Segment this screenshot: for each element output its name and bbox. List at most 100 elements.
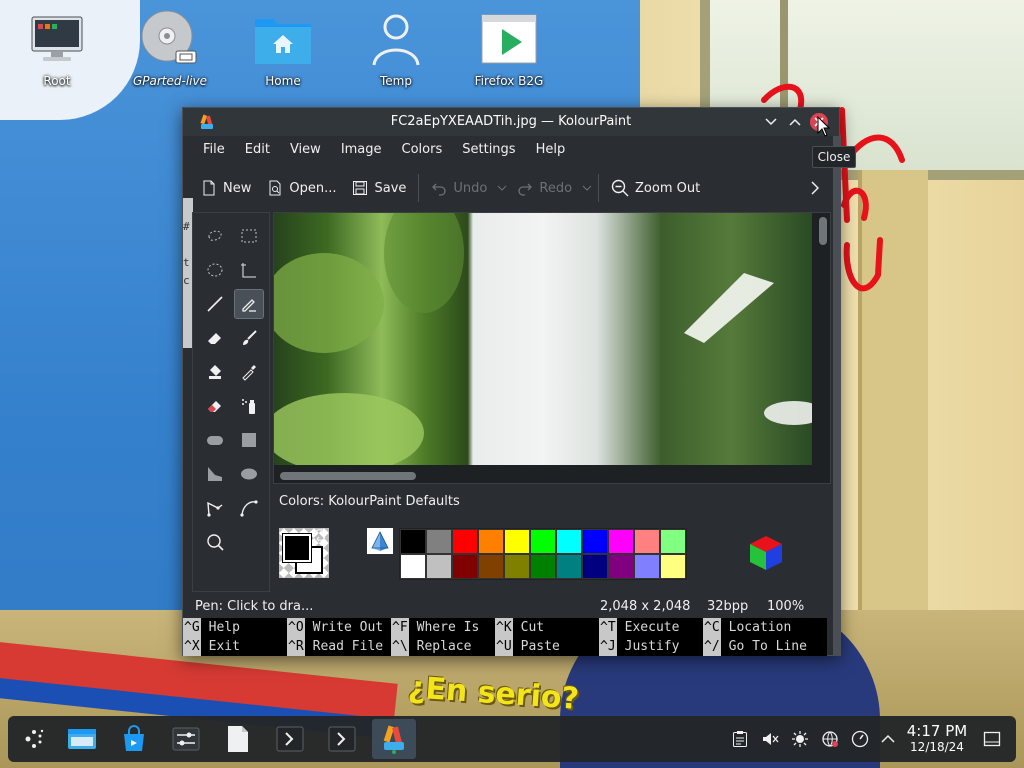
window-right-border[interactable] bbox=[833, 136, 841, 656]
user-icon bbox=[366, 8, 426, 70]
media-player-icon bbox=[479, 8, 539, 70]
tool-free-form-selection[interactable] bbox=[200, 221, 230, 251]
task-dolphin[interactable] bbox=[60, 719, 104, 759]
palette-color-swatch[interactable] bbox=[478, 529, 504, 554]
tool-rectangular-selection[interactable] bbox=[234, 221, 264, 251]
palette-color-swatch[interactable] bbox=[608, 554, 634, 579]
maximize-button[interactable] bbox=[785, 112, 805, 132]
new-button[interactable]: New bbox=[193, 173, 259, 203]
palette-color-swatch[interactable] bbox=[608, 529, 634, 554]
minimize-button[interactable] bbox=[761, 112, 781, 132]
vertical-scrollbar[interactable] bbox=[819, 217, 827, 245]
task-terminal-2[interactable] bbox=[320, 719, 364, 759]
tool-zoom[interactable] bbox=[200, 527, 230, 557]
redo-dropdown[interactable] bbox=[580, 173, 594, 203]
tool-brush[interactable] bbox=[234, 323, 264, 353]
palette-color-swatch[interactable] bbox=[452, 554, 478, 579]
tool-ellipse[interactable] bbox=[234, 459, 264, 489]
menu-view[interactable]: View bbox=[280, 138, 331, 164]
tool-rounded-rectangle[interactable] bbox=[200, 425, 230, 455]
palette-color-swatch[interactable] bbox=[582, 554, 608, 579]
redo-button[interactable]: Redo bbox=[509, 173, 580, 203]
show-hidden-icons-button[interactable] bbox=[876, 727, 900, 751]
palette-color-swatch[interactable] bbox=[426, 554, 452, 579]
task-terminal-1[interactable] bbox=[268, 719, 312, 759]
tool-polygon[interactable] bbox=[200, 459, 230, 489]
launcher-icon bbox=[25, 729, 44, 748]
palette-color-swatch[interactable] bbox=[556, 529, 582, 554]
chevron-right-icon bbox=[811, 181, 819, 195]
menu-edit[interactable]: Edit bbox=[235, 138, 280, 164]
palette-color-swatch[interactable] bbox=[478, 554, 504, 579]
desktop-icon-temp[interactable]: Temp bbox=[346, 8, 446, 88]
palette-color-swatch[interactable] bbox=[634, 529, 660, 554]
settings-sliders-icon bbox=[172, 727, 200, 751]
toolbar-overflow-button[interactable] bbox=[803, 173, 833, 203]
foreground-background-colors[interactable] bbox=[279, 528, 329, 578]
desktop-icon-gparted-live[interactable]: GParted-live bbox=[120, 8, 220, 88]
network-globe-icon bbox=[822, 731, 838, 747]
menu-file[interactable]: File bbox=[193, 138, 235, 164]
desktop-icon-root[interactable]: Root bbox=[7, 8, 107, 88]
palette-color-swatch[interactable] bbox=[530, 554, 556, 579]
tool-line[interactable] bbox=[200, 289, 230, 319]
zoom-out-button[interactable]: Zoom Out bbox=[603, 173, 708, 203]
swap-colors-icon[interactable] bbox=[313, 528, 327, 542]
nano-shortcut: ^C Location bbox=[703, 618, 792, 637]
network-tray-button[interactable] bbox=[818, 727, 842, 751]
tool-curve[interactable] bbox=[234, 493, 264, 523]
menu-help[interactable]: Help bbox=[526, 138, 576, 164]
tool-rectangle[interactable] bbox=[234, 425, 264, 455]
tool-color-picker[interactable] bbox=[234, 357, 264, 387]
tool-color-eraser[interactable] bbox=[200, 391, 230, 421]
palette-color-swatch[interactable] bbox=[426, 529, 452, 554]
task-text-editor[interactable] bbox=[216, 719, 260, 759]
task-system-settings[interactable] bbox=[164, 719, 208, 759]
tool-pen[interactable] bbox=[234, 289, 264, 319]
brightness-tray-button[interactable] bbox=[788, 727, 812, 751]
image-canvas[interactable] bbox=[274, 213, 812, 465]
nano-shortcut: ^O Write Out bbox=[287, 618, 384, 637]
tool-connected-lines[interactable] bbox=[200, 493, 230, 523]
palette-color-swatch[interactable] bbox=[530, 529, 556, 554]
task-discover[interactable] bbox=[112, 719, 156, 759]
tool-text[interactable] bbox=[234, 255, 264, 285]
clipboard-tray-button[interactable] bbox=[728, 727, 752, 751]
digital-clock[interactable]: 4:17 PM 12/18/24 bbox=[904, 722, 970, 754]
image-canvas-scroll-area[interactable] bbox=[273, 212, 831, 484]
palette-color-swatch[interactable] bbox=[582, 529, 608, 554]
pyramid-icon bbox=[371, 531, 389, 551]
palette-color-swatch[interactable] bbox=[556, 554, 582, 579]
desktop-icon-firefox-b2g[interactable]: Firefox B2G bbox=[459, 8, 559, 88]
desktop-icon-home[interactable]: Home bbox=[233, 8, 333, 88]
menu-image[interactable]: Image bbox=[331, 138, 392, 164]
application-launcher-button[interactable] bbox=[12, 719, 56, 759]
tool-elliptical-selection[interactable] bbox=[200, 255, 230, 285]
palette-color-swatch[interactable] bbox=[660, 554, 686, 579]
power-profile-tray-button[interactable] bbox=[848, 727, 872, 751]
task-kolourpaint[interactable] bbox=[372, 719, 416, 759]
undo-button[interactable]: Undo bbox=[423, 173, 495, 203]
open-button[interactable]: Open... bbox=[259, 173, 344, 203]
palette-color-swatch[interactable] bbox=[400, 529, 426, 554]
menu-settings[interactable]: Settings bbox=[452, 138, 525, 164]
volume-tray-button[interactable] bbox=[758, 727, 782, 751]
horizontal-scrollbar[interactable] bbox=[280, 472, 416, 480]
palette-color-swatch[interactable] bbox=[504, 554, 530, 579]
foreground-color-swatch[interactable] bbox=[282, 533, 312, 563]
tool-eraser[interactable] bbox=[200, 323, 230, 353]
palette-color-swatch[interactable] bbox=[634, 554, 660, 579]
palette-color-swatch[interactable] bbox=[452, 529, 478, 554]
tool-flood-fill[interactable] bbox=[200, 357, 230, 387]
palette-color-swatch[interactable] bbox=[504, 529, 530, 554]
color-similarity-button[interactable] bbox=[367, 528, 393, 554]
palette-color-swatch[interactable] bbox=[400, 554, 426, 579]
palette-color-swatch[interactable] bbox=[660, 529, 686, 554]
show-desktop-button[interactable] bbox=[980, 727, 1004, 751]
undo-dropdown[interactable] bbox=[495, 173, 509, 203]
menu-colors[interactable]: Colors bbox=[392, 138, 453, 164]
save-button[interactable]: Save bbox=[344, 173, 414, 203]
spraycan-icon bbox=[242, 399, 255, 414]
tool-spraycan[interactable] bbox=[234, 391, 264, 421]
window-titlebar[interactable]: FC2aEpYXEAADTih.jpg — KolourPaint bbox=[183, 108, 839, 136]
